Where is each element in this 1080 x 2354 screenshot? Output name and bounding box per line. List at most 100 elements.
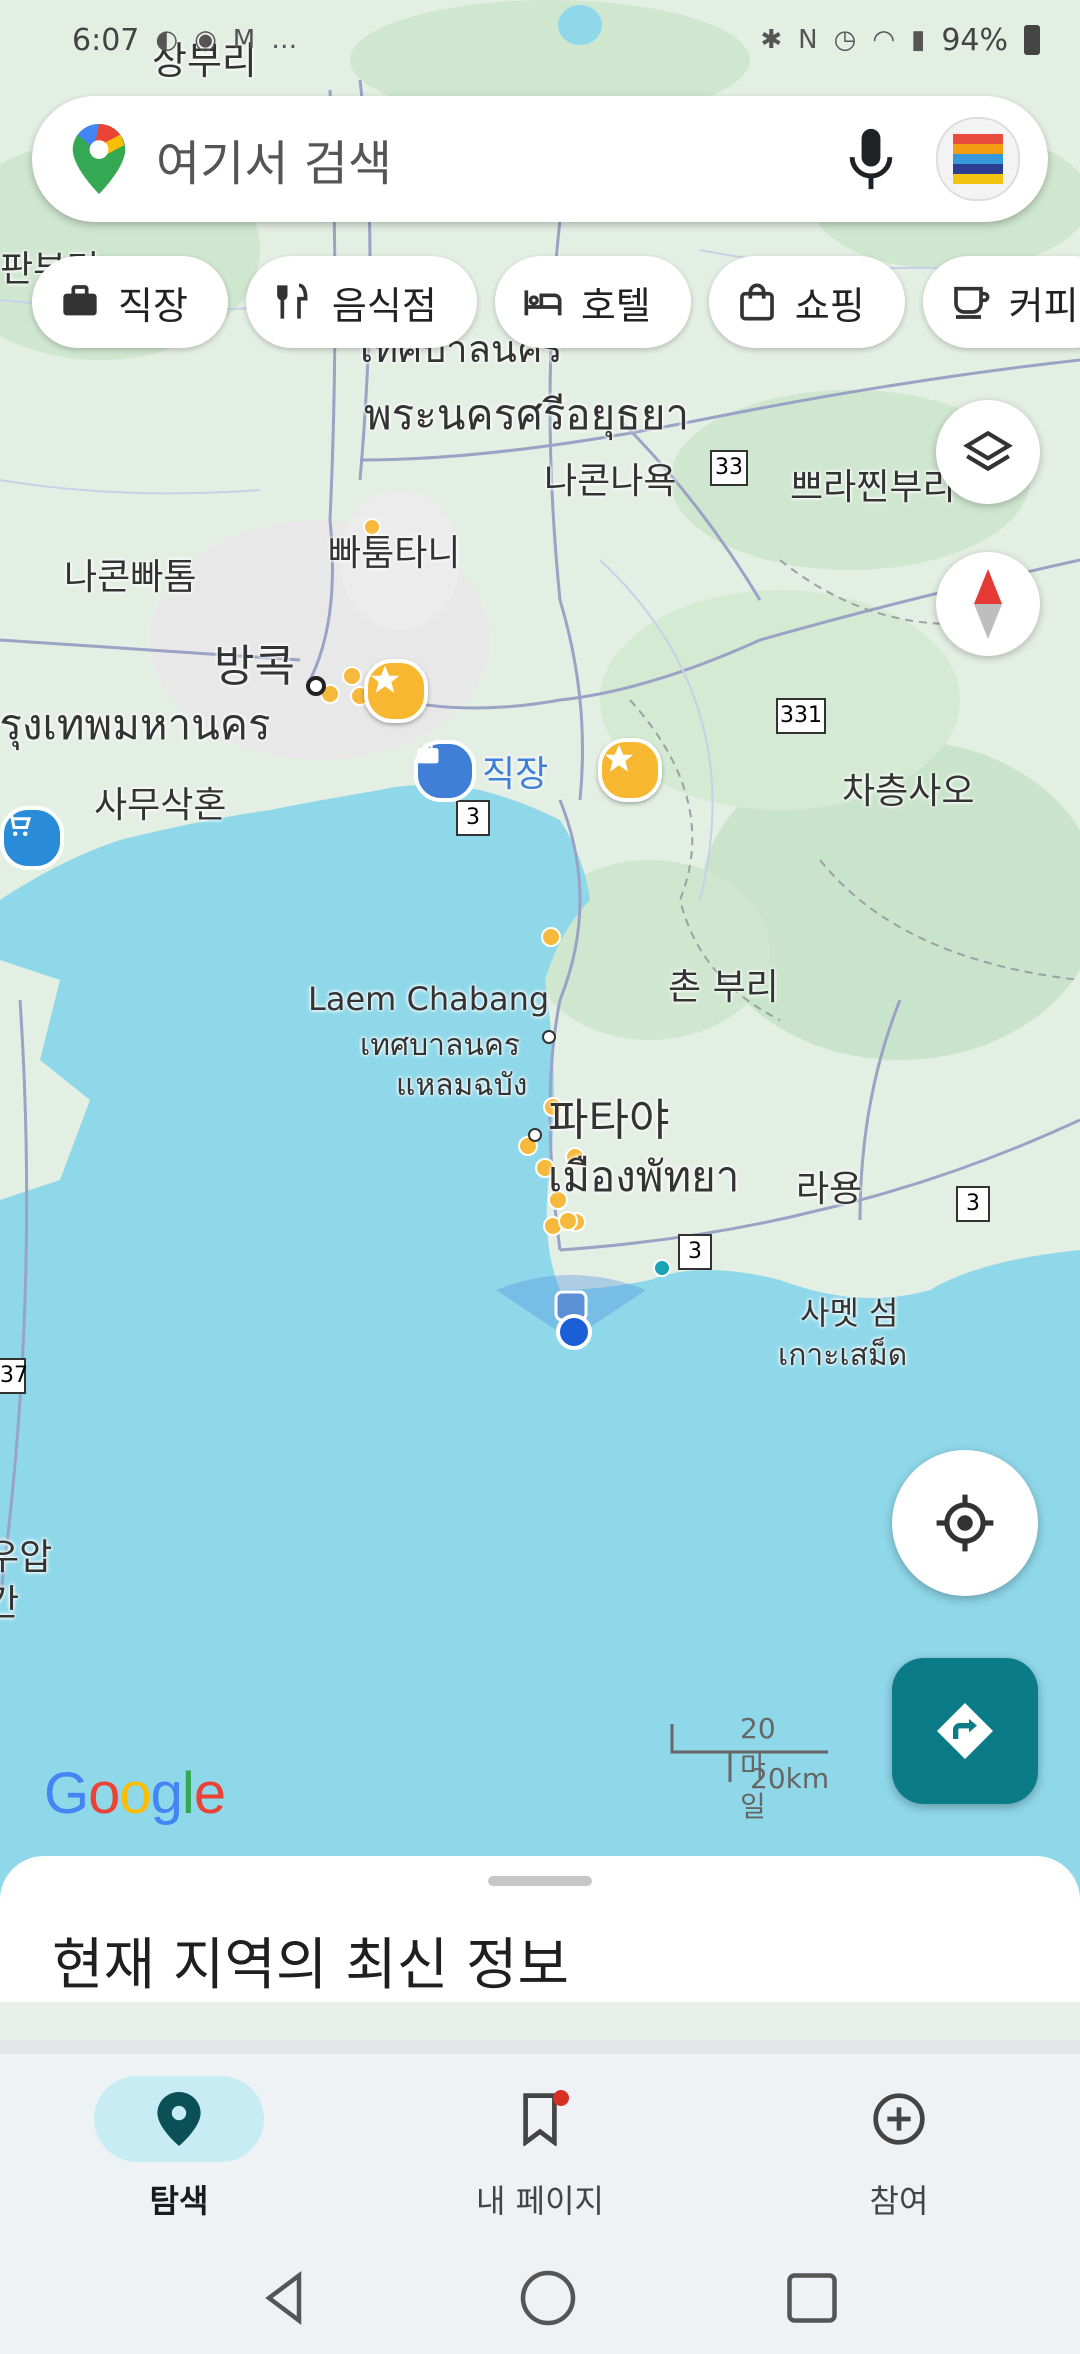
location-pin-icon [157,2092,201,2146]
signal-icon: ▮ [911,25,926,55]
work-label: 직장 [482,754,549,795]
google-maps-pin-icon [72,124,126,194]
search-bar[interactable]: 여기서 검색 [32,96,1048,222]
saved-place-star-icon[interactable] [598,738,662,802]
avatar[interactable] [936,117,1020,201]
chip-hotels[interactable]: 호텔 [494,256,691,348]
sheet-drag-handle[interactable] [488,1876,592,1886]
nav-saved-pill [455,2076,625,2162]
chip-label: 커피 [1008,283,1079,328]
map-label-laemchabang: Laem Chabang [308,980,550,1018]
chip-label: 쇼핑 [794,283,865,328]
map-label-laemchabang-th2: แหลมฉบัง [396,1068,528,1103]
google-logo: Google [44,1760,226,1827]
chip-shopping[interactable]: 쇼핑 [708,256,905,348]
my-location-button[interactable] [892,1450,1038,1596]
alarm-icon: ◷ [833,25,857,55]
status-time: 6:07 [72,22,140,58]
map-label-left-edge-2: 칸 [0,1583,20,1624]
profile-picture-icon [953,134,1003,184]
map-label-pattaya: 파타야 [548,1095,670,1146]
road-shield: 331 [776,698,826,734]
logo-letter: l [181,1761,195,1826]
map-label-ayutthaya: พระนครศรีอยุธยา [364,390,690,439]
nav-contribute-pill [814,2076,984,2162]
status-bar: 6:07 ◐ ◉ M … ✱ N ◷ ◠ ▮ 94% [0,0,1080,80]
road-shield: 3 [678,1234,712,1270]
nav-explore-label: 탐색 [149,2182,209,2220]
map-label-nakonnayok: 나콘나욕 [544,461,677,502]
restaurant-icon [277,283,308,319]
saved-place-star-icon[interactable] [364,659,428,723]
directions-icon [937,1703,993,1759]
chip-coffee[interactable]: 커피 [922,256,1080,348]
back-icon[interactable] [254,2268,314,2328]
map-label-samet: 사멧 섬 [800,1294,899,1332]
nav-saved-label: 내 페이지 [476,2182,604,2220]
sheet-title: 현재 지역의 최신 정보 [52,1933,570,1998]
home-icon[interactable] [518,2268,578,2328]
category-chips: 직장 음식점 호텔 쇼핑 커피 [32,256,1080,348]
notification-dot-icon [553,2090,569,2106]
battery-icon [1024,25,1040,55]
notification-icon: ◐ [155,25,179,55]
microphone-icon[interactable] [848,127,894,191]
recents-icon[interactable] [782,2268,842,2328]
compass-icon [974,569,1002,639]
chip-restaurants[interactable]: 음식점 [245,256,477,348]
bottom-navigation: 탐색 내 페이지 참여 [0,2040,1080,2354]
work-place-pin[interactable]: 직장 [414,740,548,802]
road-shield: 3 [456,800,490,836]
logo-letter: o [119,1761,151,1826]
hotel-icon [524,290,562,316]
nfc-icon: N [798,25,818,55]
map-label-chachoengsao: 차층사오 [842,771,975,812]
crosshair-icon [936,1494,994,1552]
bottom-sheet[interactable]: 현재 지역의 최신 정보 [0,1856,1080,2002]
nav-saved[interactable]: 내 페이지 [420,2076,660,2222]
map-label-pattaya-th: เมืองพัทยา [548,1152,740,1201]
shopping-cart-pin-icon[interactable] [0,806,64,870]
layers-icon [963,430,1013,472]
layers-button[interactable] [936,400,1040,504]
map-label-samutsakhon: 사무삭혼 [94,785,227,826]
logo-letter: e [193,1761,226,1826]
nav-contribute[interactable]: 참여 [779,2076,1019,2222]
logo-letter: G [44,1761,89,1826]
more-notifications-icon: … [271,25,298,55]
nav-explore-pill [94,2076,264,2162]
map-label-bangkok: 방콕 [214,641,295,692]
bluetooth-icon: ✱ [760,25,783,55]
map-label-prachinburi: 쁘라찐부리 [790,467,956,508]
map-label-bangkok-th: กรุงเทพมหานคร [0,700,271,749]
scale-km: 20km [750,1762,830,1795]
map-label-rayong: 라용 [796,1169,863,1210]
directions-button[interactable] [892,1658,1038,1804]
logo-letter: g [150,1761,183,1826]
map-label-chonburi: 촌 부리 [668,967,779,1008]
road-shield: 33 [710,450,748,486]
logo-letter: o [88,1761,120,1826]
chip-label: 호텔 [580,283,651,328]
talk-icon: ◉ [194,25,217,55]
map-label-pathumthani: 빠툼타니 [328,533,461,574]
briefcase-icon [414,740,476,802]
add-circle-icon [873,2093,925,2145]
nav-explore[interactable]: 탐색 [59,2076,299,2222]
map-label-samet-th: เกาะเสม็ด [778,1338,908,1373]
system-navigation-bar [0,2260,1080,2340]
road-shield: 37 [0,1358,28,1394]
nav-contribute-label: 참여 [869,2182,929,2220]
search-input[interactable]: 여기서 검색 [156,124,848,194]
battery-percent: 94% [941,22,1008,58]
chip-work[interactable]: 직장 [32,256,228,348]
map-label-left-edge-1: 우압 [0,1537,53,1578]
current-location-marker [486,1270,656,1350]
coffee-icon [953,286,990,319]
road-shield: 3 [956,1186,990,1222]
chip-label: 직장 [118,283,188,328]
shopping-bag-icon [739,283,774,321]
compass-button[interactable] [936,552,1040,656]
gmail-icon: M [232,25,256,55]
map-label-nakhonpathom: 나콘빠톰 [64,557,197,598]
